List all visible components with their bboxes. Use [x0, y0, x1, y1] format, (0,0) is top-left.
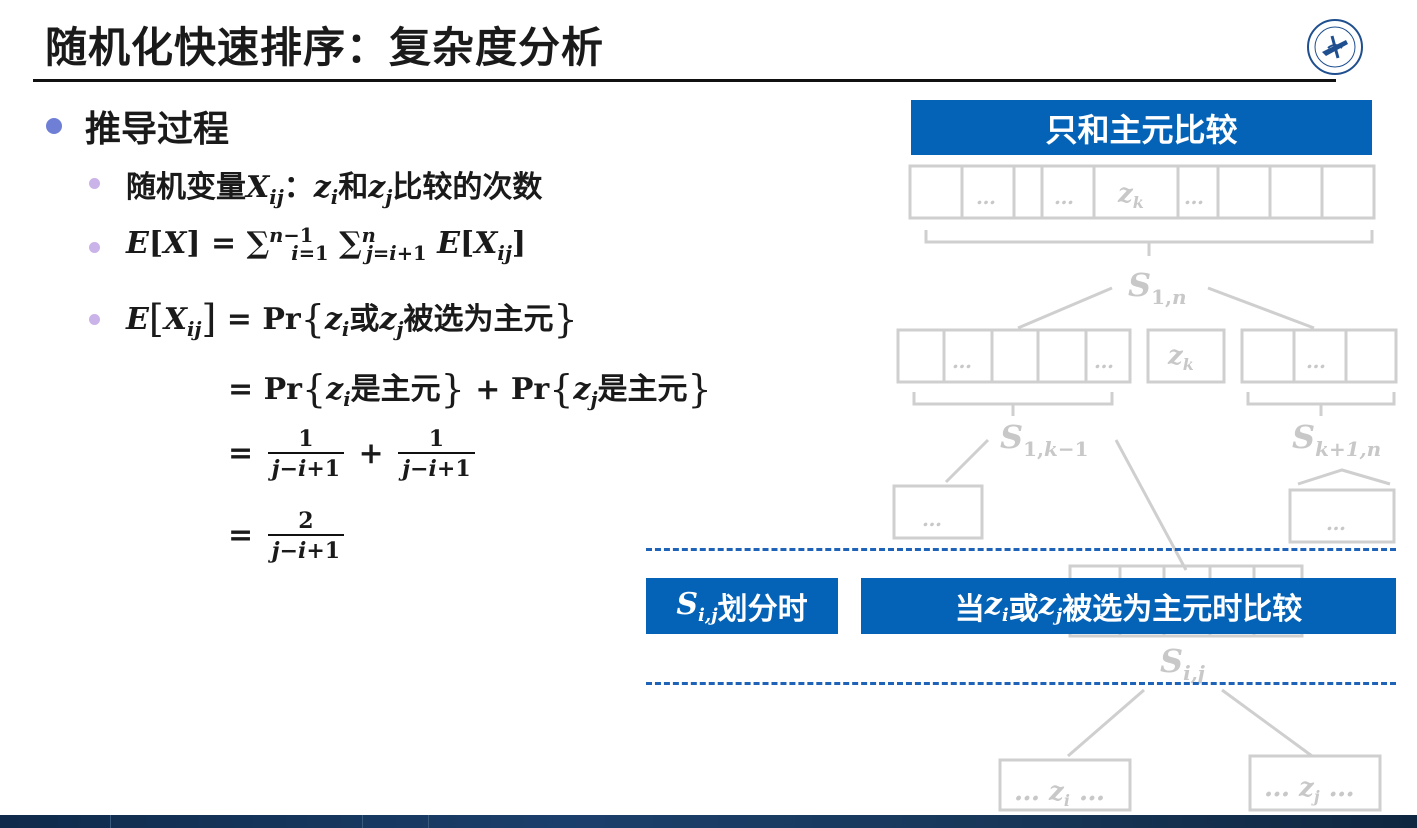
expectation-sum-formula: E[X] = ∑n−1i=1 ∑nj=i+1 E[Xij] [126, 224, 527, 265]
bullet-icon [46, 118, 62, 134]
svg-text:S1,n: S1,n [1128, 266, 1187, 309]
random-variable-definition: 随机变量Xij：zi和zj比较的次数 [126, 170, 543, 209]
svg-text:S1,k−1: S1,k−1 [1000, 418, 1089, 461]
section-heading: 推导过程 [85, 109, 230, 150]
svg-text:…: … [1326, 511, 1346, 535]
svg-text:…: … [1054, 185, 1074, 209]
compare-condition-banner: 当 zi 或 zj 被选为主元时比较 [861, 578, 1396, 634]
slide: 随机化快速排序：复杂度分析 推导过程 随机变量Xij：zi和zj比较的次数 E[… [0, 0, 1417, 815]
svg-text:…: … [952, 349, 972, 373]
svg-text:zk: zk [1167, 341, 1194, 374]
bullet-icon [89, 178, 100, 189]
svg-text:…: … [1184, 185, 1204, 209]
fraction-sum-formula: = 1 j−i+1 + 1 j−i+1 [228, 426, 479, 484]
dashed-divider-top [646, 548, 1396, 551]
svg-text:… zj …: … zj … [1264, 773, 1355, 806]
dashed-divider-bottom [646, 682, 1396, 685]
svg-text:Sk+1,n: Sk+1,n [1292, 418, 1381, 461]
final-fraction-formula: = 2 j−i+1 [228, 508, 348, 566]
svg-text:…: … [1094, 349, 1114, 373]
taskbar-strip [0, 815, 1417, 828]
svg-text:… zi …: … zi … [1014, 777, 1105, 810]
svg-text:…: … [922, 507, 942, 531]
university-logo-icon [1307, 19, 1363, 75]
svg-text:…: … [1306, 349, 1326, 373]
probability-split-formula: = Pr{zi是主元} + Pr{zj是主元} [228, 367, 712, 411]
expectation-probability-formula: E[Xij] = Pr{zi或zj被选为主元} [126, 297, 578, 341]
page-title: 随机化快速排序：复杂度分析 [45, 23, 605, 72]
svg-text:Si,j: Si,j [1160, 642, 1206, 685]
title-divider [33, 79, 1336, 82]
split-label-banner: Si,j 划分时 [646, 578, 838, 634]
bullet-icon [89, 242, 100, 253]
svg-text:zk: zk [1117, 179, 1144, 212]
bullet-icon [89, 314, 100, 325]
pivot-compare-banner: 只和主元比较 [911, 100, 1372, 155]
svg-text:…: … [976, 185, 996, 209]
